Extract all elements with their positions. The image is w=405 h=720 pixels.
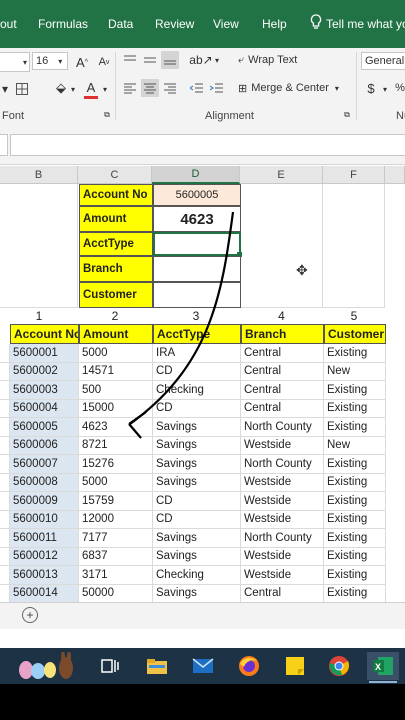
arrow-head xyxy=(128,411,147,439)
merge-center-label: Merge & Center xyxy=(251,82,329,94)
chevron-down-icon[interactable]: ▾ xyxy=(100,80,110,98)
increase-font-icon[interactable]: A ^ xyxy=(73,53,91,71)
wrap-text-icon: ⤶ xyxy=(238,53,245,66)
formula-bar xyxy=(0,126,405,165)
wrap-text-button[interactable]: ⤶ Wrap Text xyxy=(238,51,318,69)
align-center-icon[interactable] xyxy=(141,79,159,97)
windows-taskbar: X xyxy=(0,648,405,684)
dialog-launcher-icon[interactable]: ⧉ xyxy=(342,110,352,120)
font-size-value: 16 xyxy=(36,55,49,67)
borders-grid-icon[interactable] xyxy=(14,80,30,98)
group-label-alignment: Alignment xyxy=(205,110,254,122)
arrow-curve xyxy=(129,211,235,425)
increase-indent-icon[interactable] xyxy=(208,79,226,97)
number-format-value: General xyxy=(365,55,405,67)
currency-button[interactable]: $ xyxy=(364,79,378,97)
align-bottom-icon[interactable] xyxy=(161,51,179,69)
percent-icon[interactable]: % xyxy=(394,79,405,97)
tab-view[interactable]: View xyxy=(213,17,239,31)
lightbulb-icon[interactable] xyxy=(310,14,322,33)
tab-formulas[interactable]: Formulas xyxy=(38,17,88,31)
annotation-arrow xyxy=(128,211,235,439)
dialog-launcher-icon[interactable]: ⧉ xyxy=(102,110,112,120)
excel-icon[interactable]: X xyxy=(367,652,399,680)
active-app-indicator xyxy=(369,681,397,683)
decrease-indent-icon[interactable] xyxy=(188,79,206,97)
divider xyxy=(356,52,357,120)
font-size-box[interactable]: 16 ▾ xyxy=(32,52,68,70)
mail-icon[interactable] xyxy=(189,652,217,680)
borders-icon[interactable]: ▾ xyxy=(0,80,10,98)
svg-text:X: X xyxy=(375,662,381,672)
ribbon: ▾ 16 ▾ A ^ Av ▾ ⬙ ▾ A ▾ Font ⧉ ab↗ ▾ ⤶ Wrap… xyxy=(0,48,405,127)
firefox-icon[interactable] xyxy=(235,652,263,680)
task-view-icon[interactable] xyxy=(96,652,124,680)
tab-data[interactable]: Data xyxy=(108,17,133,31)
easter-eggs-icon xyxy=(6,652,86,680)
orientation-icon[interactable]: ab↗ xyxy=(189,51,212,69)
tab-help[interactable]: Help xyxy=(262,17,287,31)
wrap-text-label: Wrap Text xyxy=(248,54,298,66)
align-right-icon[interactable] xyxy=(161,79,179,97)
worksheet-grid[interactable]: B C D E F Account No Amount AcctType Bra… xyxy=(0,166,405,603)
name-box[interactable] xyxy=(0,134,8,156)
chevron-down-icon[interactable]: ▾ xyxy=(212,53,222,67)
decrease-font-icon[interactable]: Av xyxy=(95,53,113,71)
align-left-icon[interactable] xyxy=(121,79,139,97)
chevron-down-icon: ▾ xyxy=(334,83,339,93)
chrome-icon[interactable] xyxy=(325,652,353,680)
align-top-icon[interactable] xyxy=(121,51,139,69)
tell-me-search[interactable]: Tell me what you xyxy=(326,17,405,31)
font-color-icon[interactable]: A xyxy=(84,78,98,99)
tab-layout[interactable]: out xyxy=(0,17,17,31)
divider xyxy=(115,52,116,120)
merge-icon: ⊞ xyxy=(238,82,248,95)
tab-review[interactable]: Review xyxy=(155,17,194,31)
chevron-down-icon: ▾ xyxy=(58,56,63,66)
formula-input[interactable] xyxy=(10,134,405,156)
group-label-font: Font xyxy=(2,110,25,122)
sticky-notes-icon[interactable] xyxy=(281,652,309,680)
currency-label: $ xyxy=(367,80,375,96)
number-format-box[interactable]: General xyxy=(361,52,405,70)
sheet-tab-bar: + xyxy=(0,602,405,629)
merge-center-button[interactable]: ⊞ Merge & Center ▾ xyxy=(238,79,348,97)
group-label-number: Nu xyxy=(396,110,405,122)
screen-bottom-bar xyxy=(0,684,405,720)
chevron-down-icon[interactable]: ▾ xyxy=(380,80,390,98)
chevron-down-icon[interactable]: ▾ xyxy=(68,80,78,98)
add-sheet-icon[interactable]: + xyxy=(22,607,38,623)
chevron-down-icon[interactable]: ▾ xyxy=(20,54,30,70)
file-explorer-icon[interactable] xyxy=(143,652,171,680)
align-middle-icon[interactable] xyxy=(141,51,159,69)
ribbon-tab-bar: out Formulas Data Review View Help Tell … xyxy=(0,0,405,48)
